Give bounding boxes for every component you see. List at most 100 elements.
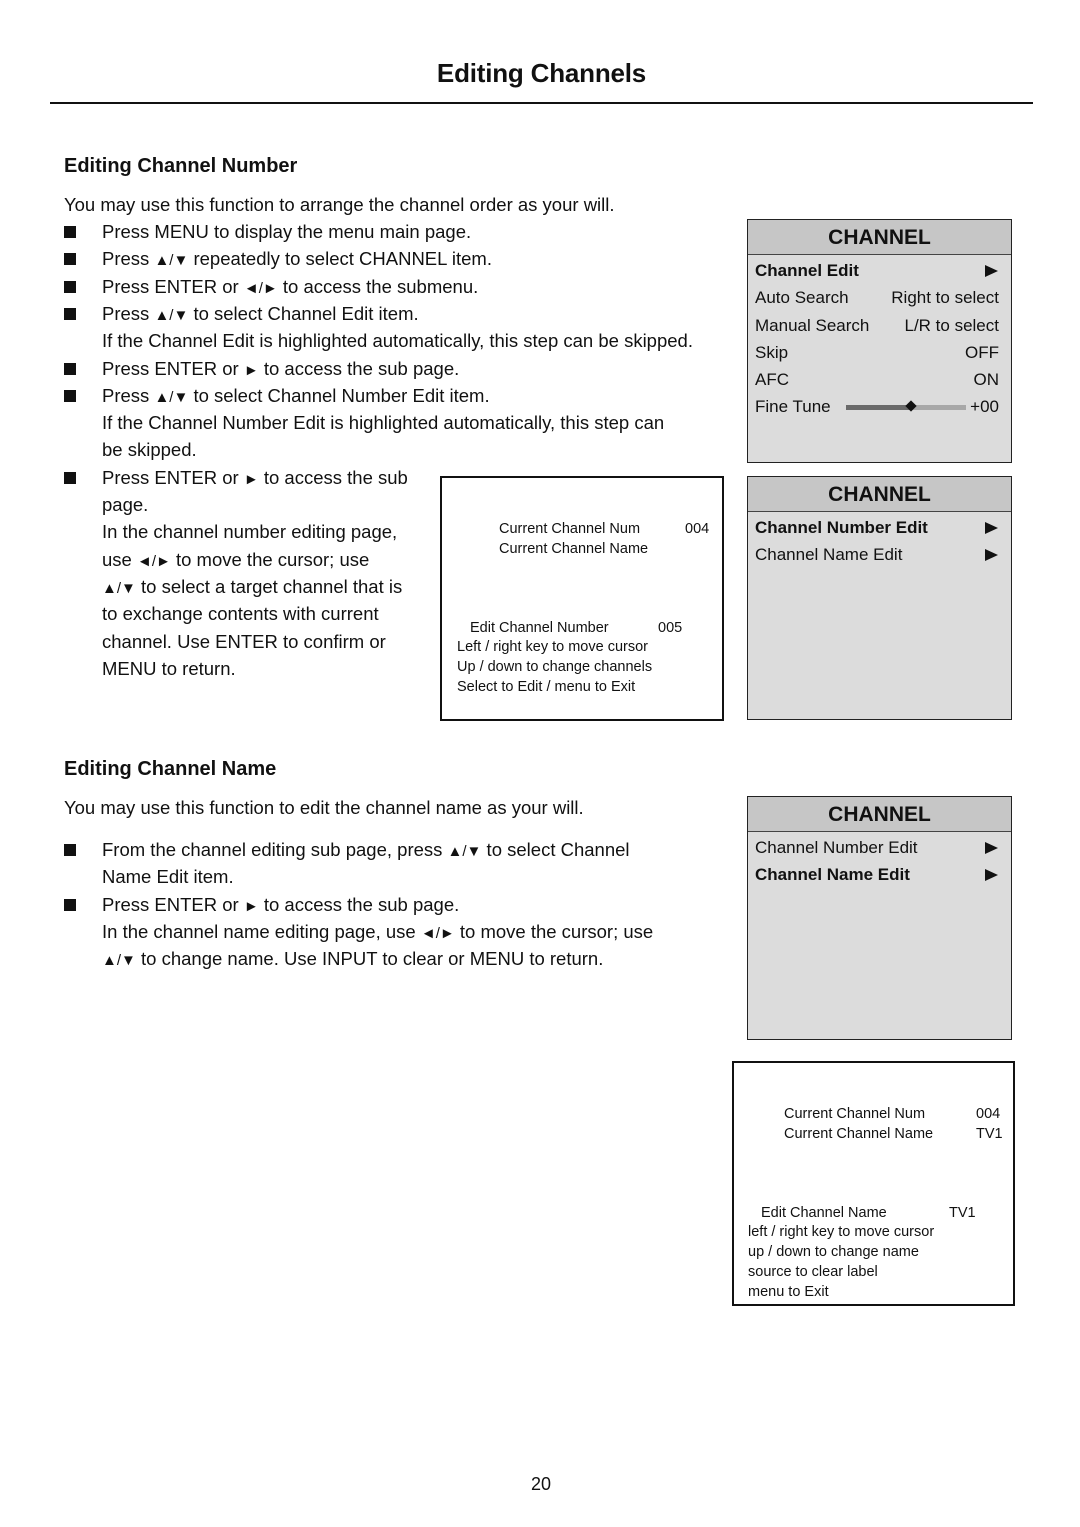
instruction-text: Press [102, 302, 155, 324]
instruction-line: use ◄/► to move the cursor; use [102, 546, 369, 575]
help-text: menu to Exit [748, 1284, 829, 1300]
menu-item-afc[interactable]: AFC ON [748, 366, 1011, 393]
menu-item-label: Channel Edit [755, 261, 859, 280]
arrow-keys-icon: ▲/▼ [102, 579, 136, 597]
menu-item-label: Manual Search [755, 315, 870, 335]
instruction-line: In the channel name editing page, use ◄/… [102, 918, 653, 947]
menu-item-value: Right to select [891, 288, 999, 308]
instruction-line: Press ENTER or ◄/► to access the submenu… [102, 273, 478, 302]
bullet-marker [64, 307, 76, 320]
bullet-marker [64, 471, 76, 484]
instruction-text: to access the sub [258, 466, 408, 488]
bullet-marker [64, 253, 76, 266]
instruction-line: ▲/▼ to change name. Use INPUT to clear o… [102, 945, 603, 974]
arrow-keys-icon: ◄/► [136, 552, 171, 570]
help-text: source to clear label [748, 1264, 878, 1280]
bullet-marker [64, 898, 76, 911]
arrow-keys-icon: ▲/▼ [447, 843, 482, 860]
instruction-line: page. [102, 494, 149, 515]
arrow-keys-icon: ► [243, 897, 259, 915]
slider-fill [846, 405, 911, 411]
page-number: 20 [530, 1474, 552, 1494]
menu-item-channel-edit[interactable]: Channel Edit [748, 257, 1011, 284]
menu-item-channel-number-edit[interactable]: Channel Number Edit [748, 514, 1011, 541]
menu-item-manual-search[interactable]: Manual Search L/R to select [748, 312, 1011, 339]
arrow-keys-icon: ▲/▼ [154, 388, 189, 406]
arrow-keys-icon: ▲/▼ [154, 306, 189, 324]
channel-menu-edit-number: CHANNEL Channel Number Edit Channel Name… [747, 476, 1012, 720]
instruction-line: Name Edit item. [102, 866, 234, 888]
help-text: Up / down to change channels [457, 659, 653, 675]
bullet-marker [64, 226, 76, 238]
edit-channel-name-value[interactable]: TV1 [949, 1204, 976, 1224]
menu-item-auto-search[interactable]: Auto Search Right to select [748, 284, 1011, 311]
arrow-keys-icon: ► [243, 470, 259, 488]
instruction-line: If the Channel Number Edit is highlighte… [102, 412, 665, 434]
section-intro-channel-number: You may use this function to arrange the… [64, 194, 615, 215]
current-channel-num-value: 004 [685, 521, 710, 537]
instruction-text: Press [102, 384, 155, 406]
instruction-text: to access the sub page. [258, 357, 460, 379]
menu-title: CHANNEL [748, 220, 1011, 255]
instruction-text: Press ENTER or [102, 893, 244, 915]
instruction-text: Press ENTER or [102, 275, 244, 297]
menu-item-skip[interactable]: Skip OFF [748, 339, 1011, 366]
menu-title: CHANNEL [748, 797, 1011, 832]
edit-channel-number-value[interactable]: 005 [658, 619, 682, 639]
instruction-line: From the channel editing sub page, press… [102, 836, 630, 865]
instruction-line: MENU to return. [102, 657, 236, 679]
bullet-marker [64, 389, 76, 402]
instruction-line: If the Channel Edit is highlighted autom… [102, 330, 693, 352]
menu-item-label: AFC [755, 370, 789, 390]
channel-menu-main: CHANNEL Channel Edit Auto Search Right t… [747, 219, 1012, 463]
instruction-line: ▲/▼ to select a target channel that is [102, 573, 402, 602]
arrow-keys-icon: ▲/▼ [102, 952, 136, 970]
instruction-text: Press [102, 248, 155, 270]
menu-item-value: +00 [970, 397, 999, 417]
instruction-text: to select Channel Number Edit item. [188, 384, 490, 406]
instruction-text: to move the cursor; use [170, 548, 370, 570]
instruction-line: Press MENU to display the menu main page… [102, 221, 472, 242]
menu-item-channel-name-edit[interactable]: Channel Name Edit [748, 861, 1011, 888]
current-channel-num-label: Current Channel Num [784, 1106, 926, 1122]
instruction-line: Press ▲/▼ to select Channel Edit item. [102, 300, 419, 329]
instruction-line: Press ENTER or ► to access the sub page. [102, 891, 459, 920]
current-channel-name-label: Current Channel Name [499, 541, 649, 557]
menu-item-value: OFF [965, 342, 999, 362]
section-heading-channel-number: Editing Channel Number [64, 155, 298, 177]
arrow-right-icon [985, 842, 998, 854]
current-channel-name-value: TV1 [976, 1126, 1003, 1142]
instruction-line: be skipped. [102, 439, 197, 461]
arrow-right-icon [985, 869, 998, 882]
menu-item-value: L/R to select [904, 315, 1000, 335]
arrow-right-icon [985, 265, 998, 277]
title-divider [50, 102, 1033, 104]
menu-item-label: Channel Name Edit [755, 865, 910, 885]
edit-channel-number-label: Edit Channel Number [470, 620, 609, 636]
bullet-marker [64, 280, 76, 293]
arrow-keys-icon: ▲/▼ [154, 252, 189, 270]
menu-item-label: Channel Number Edit [755, 838, 918, 857]
fine-tune-slider[interactable] [846, 400, 966, 413]
menu-item-channel-number-edit[interactable]: Channel Number Edit [748, 834, 1011, 861]
help-text: up / down to change name [748, 1244, 919, 1260]
instruction-text: use [102, 548, 137, 570]
current-channel-num-label: Current Channel Num [499, 521, 641, 537]
help-text: Left / right key to move cursor [457, 639, 648, 655]
instruction-line: Press ▲/▼ repeatedly to select CHANNEL i… [102, 245, 492, 274]
instruction-text: to change name. Use INPUT to clear or ME… [135, 948, 604, 970]
instruction-line: to exchange contents with current [102, 603, 379, 625]
instruction-text: to select Channel Edit item. [188, 302, 419, 324]
menu-item-channel-name-edit[interactable]: Channel Name Edit [748, 541, 1011, 568]
instruction-line: In the channel number editing page, [102, 521, 398, 543]
menu-item-fine-tune[interactable]: Fine Tune +00 [748, 393, 1011, 420]
instruction-line: channel. Use ENTER to confirm or [102, 630, 386, 652]
section-heading-channel-name: Editing Channel Name [64, 758, 277, 780]
page-title: Editing Channels [436, 58, 647, 88]
arrow-right-icon [985, 522, 998, 534]
menu-item-label: Auto Search [755, 288, 849, 308]
instruction-text: Press ENTER or [102, 357, 244, 379]
instruction-line: Press ▲/▼ to select Channel Number Edit … [102, 382, 490, 411]
instruction-text: to access the sub page. [258, 893, 460, 915]
instruction-line: Press ENTER or ► to access the sub [102, 464, 408, 493]
